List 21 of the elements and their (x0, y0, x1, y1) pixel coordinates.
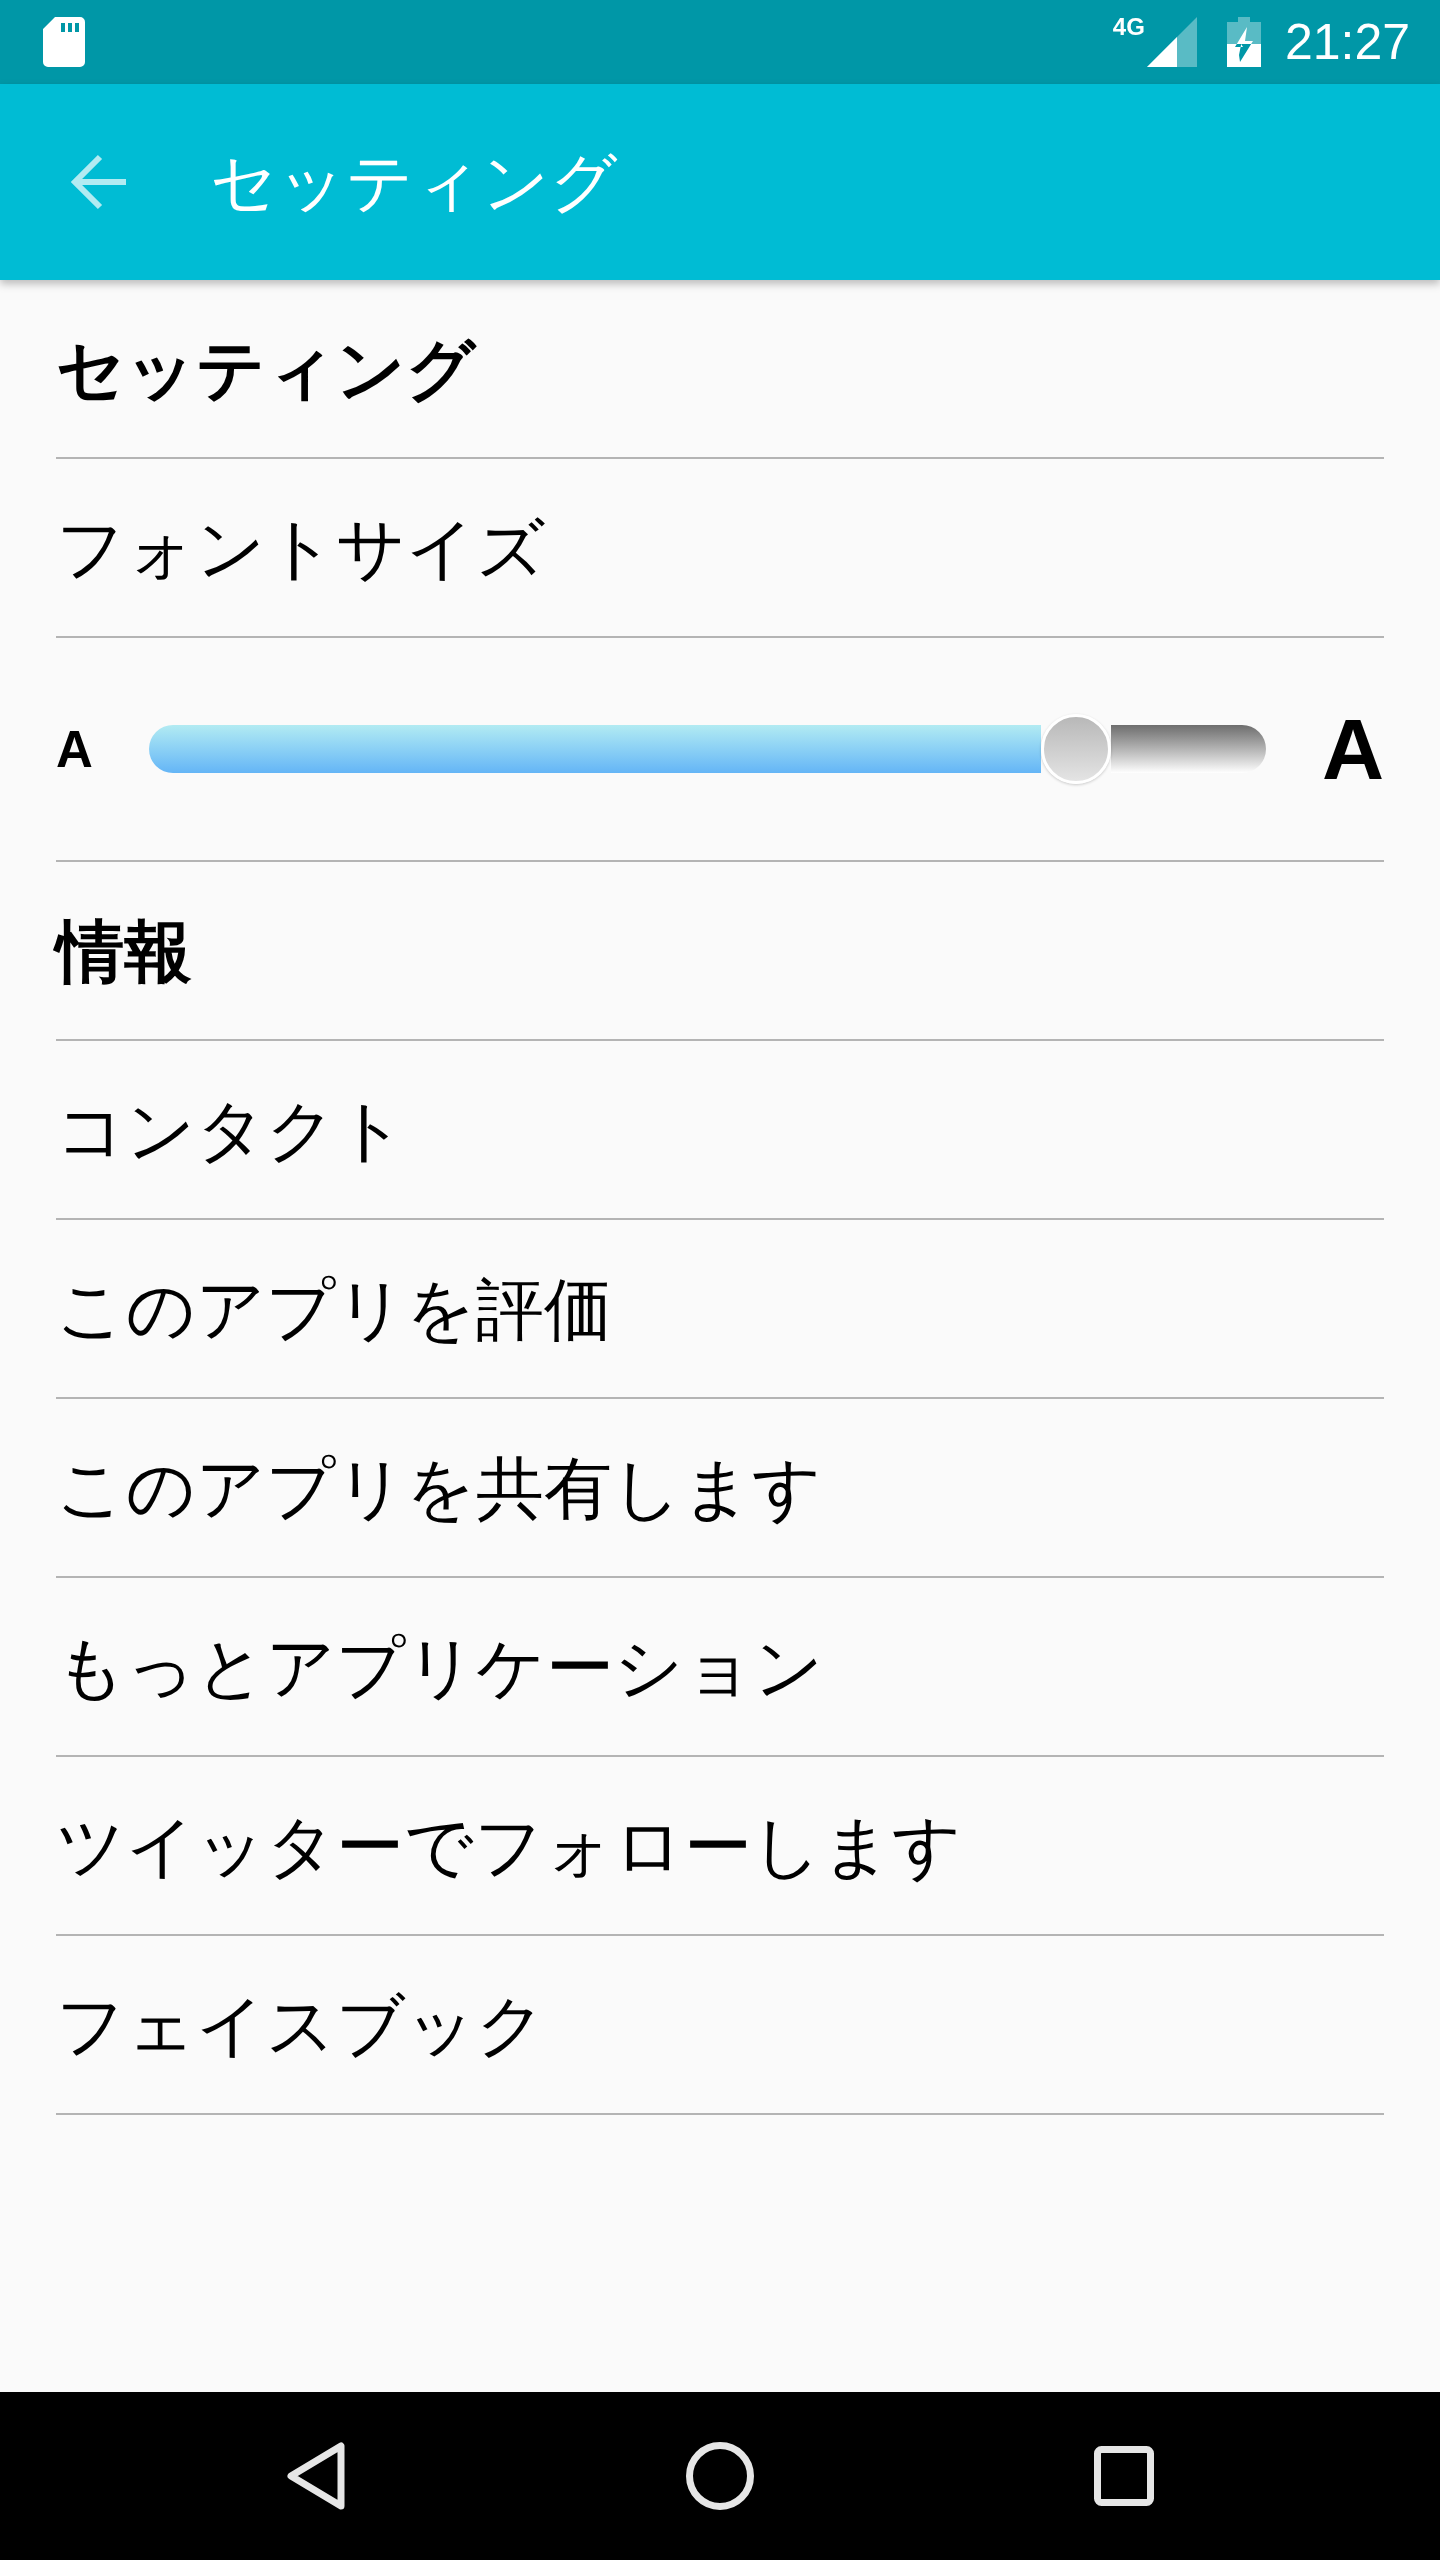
home-circle-icon[interactable] (686, 2442, 754, 2510)
sd-card-icon (43, 17, 85, 67)
settings-item[interactable]: フェイスブック (56, 1936, 1384, 2115)
settings-item[interactable]: ツイッターでフォローします (56, 1757, 1384, 1936)
section-heading: セッティング (56, 334, 476, 403)
font-size-min-label: A (56, 723, 93, 775)
app-bar-title: セッティング (210, 149, 618, 215)
settings-item[interactable]: コンタクト (56, 1041, 1384, 1220)
settings-item[interactable]: フォントサイズ (56, 459, 1384, 638)
font-size-max-label: A (1321, 706, 1384, 792)
network-type-label: 4G (1112, 15, 1145, 39)
battery-charging-icon (1226, 17, 1261, 67)
font-size-slider[interactable] (148, 714, 1266, 784)
settings-item[interactable]: このアプリを共有します (56, 1399, 1384, 1578)
recents-square-icon[interactable] (1094, 2446, 1154, 2506)
settings-item[interactable]: このアプリを評価 (56, 1220, 1384, 1399)
slider-thumb[interactable] (1041, 714, 1111, 784)
signal-icon (1146, 17, 1197, 67)
back-triangle-icon[interactable] (286, 2442, 346, 2510)
settings-item[interactable]: もっとアプリケーション (56, 1578, 1384, 1757)
status-time: 21:27 (1284, 17, 1410, 67)
